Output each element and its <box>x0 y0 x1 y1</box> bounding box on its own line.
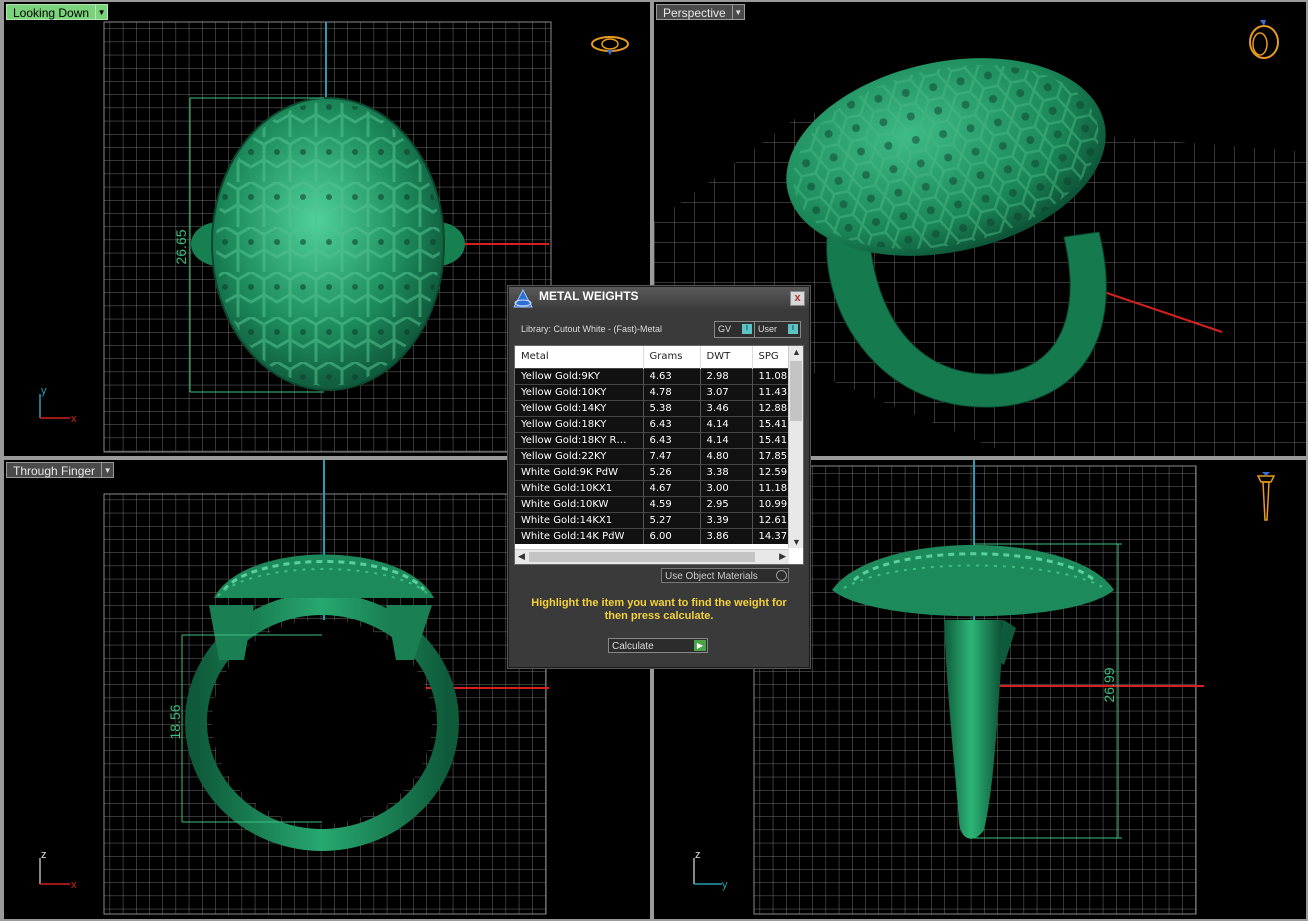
column-header-spg[interactable]: SPG <box>752 346 790 368</box>
ring-side-view-icon <box>1256 472 1276 521</box>
table-row[interactable]: Yellow Gold:10KY 4.78 3.07 11.43 <box>515 383 790 400</box>
chevron-down-icon[interactable]: ▼ <box>102 462 115 478</box>
chevron-down-icon[interactable]: ▼ <box>732 4 745 20</box>
user-toggle[interactable]: User I <box>754 321 801 338</box>
dialog-titlebar[interactable]: METAL WEIGHTS x <box>509 287 809 309</box>
scroll-down-icon[interactable]: ▼ <box>792 537 801 547</box>
chevron-down-icon[interactable]: ▼ <box>96 4 109 20</box>
axis-z-label: z <box>695 849 701 861</box>
instruction-text: Highlight the item you want to find the … <box>531 597 787 622</box>
library-label: Library: Cutout White - (Fast)-Metal <box>521 324 663 334</box>
column-header-grams[interactable]: Grams <box>643 346 701 368</box>
scrollbar-thumb[interactable] <box>790 361 802 421</box>
table-row[interactable]: Yellow Gold:9KY 4.63 2.98 11.08 <box>515 367 790 384</box>
table-row[interactable]: White Gold:9K PdW 5.26 3.38 12.59 <box>515 463 790 480</box>
side-dimension: 26.99 <box>1101 667 1117 702</box>
toggle-switch-icon: I <box>788 324 798 334</box>
table-row[interactable]: White Gold:14K PdW 6.00 3.86 14.37 <box>515 527 790 544</box>
horizontal-scrollbar[interactable]: ◀ ▶ <box>515 549 789 564</box>
axis-x-label: x <box>71 413 77 425</box>
axis-x-label: x <box>71 879 77 891</box>
ring-top-view-icon <box>591 36 629 55</box>
axis-y-label: y <box>722 879 728 891</box>
column-header-metal[interactable]: Metal <box>515 346 644 368</box>
table-row[interactable]: Yellow Gold:18KY 6.43 4.14 15.41 <box>515 415 790 432</box>
looking-down-dimension: 26.65 <box>173 229 189 264</box>
column-header-dwt[interactable]: DWT <box>700 346 753 368</box>
scroll-left-icon[interactable]: ◀ <box>518 551 525 562</box>
toggle-switch-icon: I <box>742 324 752 334</box>
through-finger-dimension: 18.56 <box>167 704 183 739</box>
axis-z-label: z <box>41 849 47 861</box>
scrollbar-thumb[interactable] <box>529 552 755 562</box>
scroll-right-icon[interactable]: ▶ <box>779 551 786 562</box>
dialog-logo-icon <box>513 288 533 308</box>
scroll-up-icon[interactable]: ▲ <box>792 347 801 357</box>
calculate-button[interactable]: Calculate ▶ <box>608 638 708 653</box>
axis-y-label: y <box>41 385 47 397</box>
viewport-label-through-finger[interactable]: Through Finger ▼ <box>6 462 115 478</box>
materials-icon <box>776 570 787 581</box>
metal-weights-table[interactable]: Metal Grams DWT SPG Yellow Gold:9KY 4.63 2… <box>514 345 804 565</box>
gv-toggle[interactable]: GV I <box>714 321 755 338</box>
viewport-label-perspective[interactable]: Perspective ▼ <box>656 4 745 20</box>
table-row[interactable]: Yellow Gold:22KY 7.47 4.80 17.85 <box>515 447 790 464</box>
close-icon[interactable]: x <box>790 291 805 306</box>
viewport-label-looking-down[interactable]: Looking Down ▼ <box>6 4 109 20</box>
table-row[interactable]: White Gold:10KX1 4.67 3.00 11.18 <box>515 479 790 496</box>
play-icon: ▶ <box>694 640 706 651</box>
table-row[interactable]: White Gold:10KW 4.59 2.95 10.99 <box>515 495 790 512</box>
table-row[interactable]: Yellow Gold:18KY R… 6.43 4.14 15.41 <box>515 431 790 448</box>
metal-weights-dialog[interactable]: METAL WEIGHTS x Library: Cutout White - … <box>508 286 810 668</box>
table-row[interactable]: Yellow Gold:14KY 5.38 3.46 12.88 <box>515 399 790 416</box>
table-row[interactable]: White Gold:14KX1 5.27 3.39 12.61 <box>515 511 790 528</box>
ring-perspective-icon <box>1249 20 1279 59</box>
dialog-title: METAL WEIGHTS <box>539 289 639 303</box>
use-object-materials-button[interactable]: Use Object Materials <box>661 568 789 583</box>
vertical-scrollbar[interactable]: ▲ ▼ <box>788 346 803 548</box>
